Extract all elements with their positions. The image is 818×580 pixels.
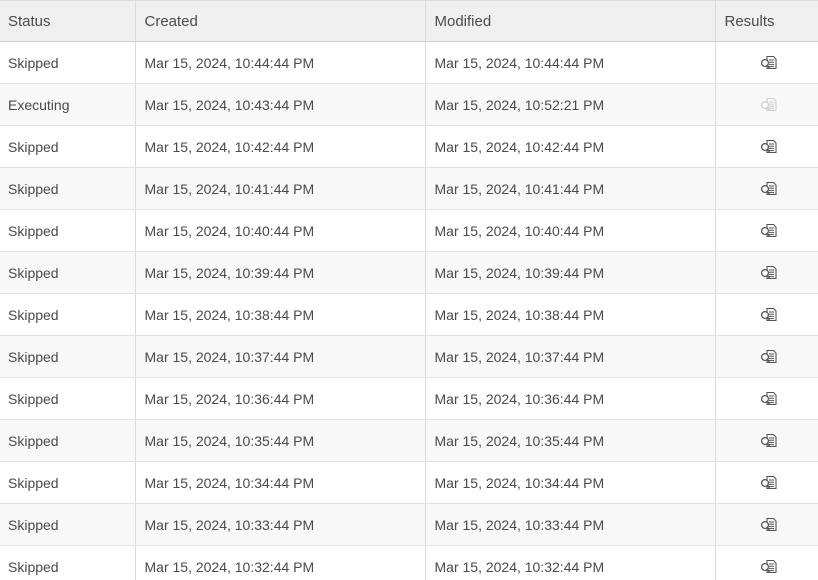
results-cell: [715, 545, 818, 580]
view-results-icon: [760, 559, 777, 573]
view-results-icon: [760, 139, 777, 153]
results-cell: [715, 377, 818, 420]
table-row: Skipped Mar 15, 2024, 10:32:44 PM Mar 15…: [0, 545, 818, 580]
status-cell: Skipped: [0, 293, 136, 336]
created-cell: Mar 15, 2024, 10:41:44 PM: [135, 167, 426, 210]
results-cell: [715, 461, 818, 504]
status-cell: Executing: [0, 83, 136, 126]
column-header-created[interactable]: Created: [135, 0, 426, 42]
view-results-button[interactable]: [759, 557, 779, 577]
modified-cell: Mar 15, 2024, 10:40:44 PM: [425, 209, 716, 252]
modified-cell: Mar 15, 2024, 10:52:21 PM: [425, 83, 716, 126]
view-results-icon: [760, 517, 777, 531]
results-cell: [715, 503, 818, 546]
created-cell: Mar 15, 2024, 10:33:44 PM: [135, 503, 426, 546]
results-cell: [715, 167, 818, 210]
table-row: Skipped Mar 15, 2024, 10:41:44 PM Mar 15…: [0, 167, 818, 210]
modified-cell: Mar 15, 2024, 10:41:44 PM: [425, 167, 716, 210]
table-row: Executing Mar 15, 2024, 10:43:44 PM Mar …: [0, 83, 818, 126]
created-cell: Mar 15, 2024, 10:43:44 PM: [135, 83, 426, 126]
modified-cell: Mar 15, 2024, 10:38:44 PM: [425, 293, 716, 336]
status-cell: Skipped: [0, 461, 136, 504]
view-results-icon: [760, 391, 777, 405]
modified-cell: Mar 15, 2024, 10:33:44 PM: [425, 503, 716, 546]
results-cell: [715, 209, 818, 252]
view-results-icon: [760, 97, 777, 111]
view-results-icon: [760, 181, 777, 195]
status-cell: Skipped: [0, 377, 136, 420]
view-results-button[interactable]: [759, 137, 779, 157]
modified-cell: Mar 15, 2024, 10:32:44 PM: [425, 545, 716, 580]
created-cell: Mar 15, 2024, 10:34:44 PM: [135, 461, 426, 504]
view-results-button[interactable]: [759, 263, 779, 283]
status-cell: Skipped: [0, 419, 136, 462]
status-cell: Skipped: [0, 335, 136, 378]
table-row: Skipped Mar 15, 2024, 10:35:44 PM Mar 15…: [0, 419, 818, 462]
created-cell: Mar 15, 2024, 10:40:44 PM: [135, 209, 426, 252]
status-cell: Skipped: [0, 545, 136, 580]
view-results-button[interactable]: [759, 305, 779, 325]
modified-cell: Mar 15, 2024, 10:34:44 PM: [425, 461, 716, 504]
runs-table-container: Status Created Modified Results Skipped …: [0, 0, 818, 580]
table-row: Skipped Mar 15, 2024, 10:34:44 PM Mar 15…: [0, 461, 818, 504]
view-results-button: [759, 95, 779, 115]
column-header-modified[interactable]: Modified: [425, 0, 716, 42]
created-cell: Mar 15, 2024, 10:38:44 PM: [135, 293, 426, 336]
column-header-results[interactable]: Results: [715, 0, 818, 42]
view-results-icon: [760, 307, 777, 321]
results-cell: [715, 251, 818, 294]
created-cell: Mar 15, 2024, 10:32:44 PM: [135, 545, 426, 580]
table-row: Skipped Mar 15, 2024, 10:39:44 PM Mar 15…: [0, 251, 818, 294]
view-results-icon: [760, 349, 777, 363]
view-results-button[interactable]: [759, 221, 779, 241]
view-results-icon: [760, 265, 777, 279]
modified-cell: Mar 15, 2024, 10:44:44 PM: [425, 41, 716, 84]
modified-cell: Mar 15, 2024, 10:36:44 PM: [425, 377, 716, 420]
view-results-icon: [760, 433, 777, 447]
view-results-icon: [760, 475, 777, 489]
table-row: Skipped Mar 15, 2024, 10:44:44 PM Mar 15…: [0, 41, 818, 84]
column-header-status[interactable]: Status: [0, 0, 136, 42]
table-row: Skipped Mar 15, 2024, 10:36:44 PM Mar 15…: [0, 377, 818, 420]
status-cell: Skipped: [0, 167, 136, 210]
view-results-icon: [760, 55, 777, 69]
results-cell: [715, 419, 818, 462]
status-cell: Skipped: [0, 503, 136, 546]
view-results-button[interactable]: [759, 431, 779, 451]
results-cell: [715, 125, 818, 168]
results-cell: [715, 41, 818, 84]
table-row: Skipped Mar 15, 2024, 10:37:44 PM Mar 15…: [0, 335, 818, 378]
table-row: Skipped Mar 15, 2024, 10:40:44 PM Mar 15…: [0, 209, 818, 252]
modified-cell: Mar 15, 2024, 10:42:44 PM: [425, 125, 716, 168]
runs-table: Status Created Modified Results Skipped …: [0, 0, 818, 580]
view-results-button[interactable]: [759, 389, 779, 409]
view-results-button[interactable]: [759, 515, 779, 535]
table-row: Skipped Mar 15, 2024, 10:42:44 PM Mar 15…: [0, 125, 818, 168]
view-results-button[interactable]: [759, 179, 779, 199]
created-cell: Mar 15, 2024, 10:44:44 PM: [135, 41, 426, 84]
status-cell: Skipped: [0, 125, 136, 168]
view-results-button[interactable]: [759, 473, 779, 493]
table-row: Skipped Mar 15, 2024, 10:38:44 PM Mar 15…: [0, 293, 818, 336]
table-row: Skipped Mar 15, 2024, 10:33:44 PM Mar 15…: [0, 503, 818, 546]
results-cell: [715, 293, 818, 336]
modified-cell: Mar 15, 2024, 10:37:44 PM: [425, 335, 716, 378]
status-cell: Skipped: [0, 251, 136, 294]
table-header-row: Status Created Modified Results: [0, 0, 818, 42]
created-cell: Mar 15, 2024, 10:37:44 PM: [135, 335, 426, 378]
created-cell: Mar 15, 2024, 10:39:44 PM: [135, 251, 426, 294]
status-cell: Skipped: [0, 209, 136, 252]
view-results-button[interactable]: [759, 53, 779, 73]
results-cell: [715, 83, 818, 126]
view-results-icon: [760, 223, 777, 237]
created-cell: Mar 15, 2024, 10:36:44 PM: [135, 377, 426, 420]
view-results-button[interactable]: [759, 347, 779, 367]
results-cell: [715, 335, 818, 378]
status-cell: Skipped: [0, 41, 136, 84]
created-cell: Mar 15, 2024, 10:42:44 PM: [135, 125, 426, 168]
created-cell: Mar 15, 2024, 10:35:44 PM: [135, 419, 426, 462]
modified-cell: Mar 15, 2024, 10:35:44 PM: [425, 419, 716, 462]
modified-cell: Mar 15, 2024, 10:39:44 PM: [425, 251, 716, 294]
